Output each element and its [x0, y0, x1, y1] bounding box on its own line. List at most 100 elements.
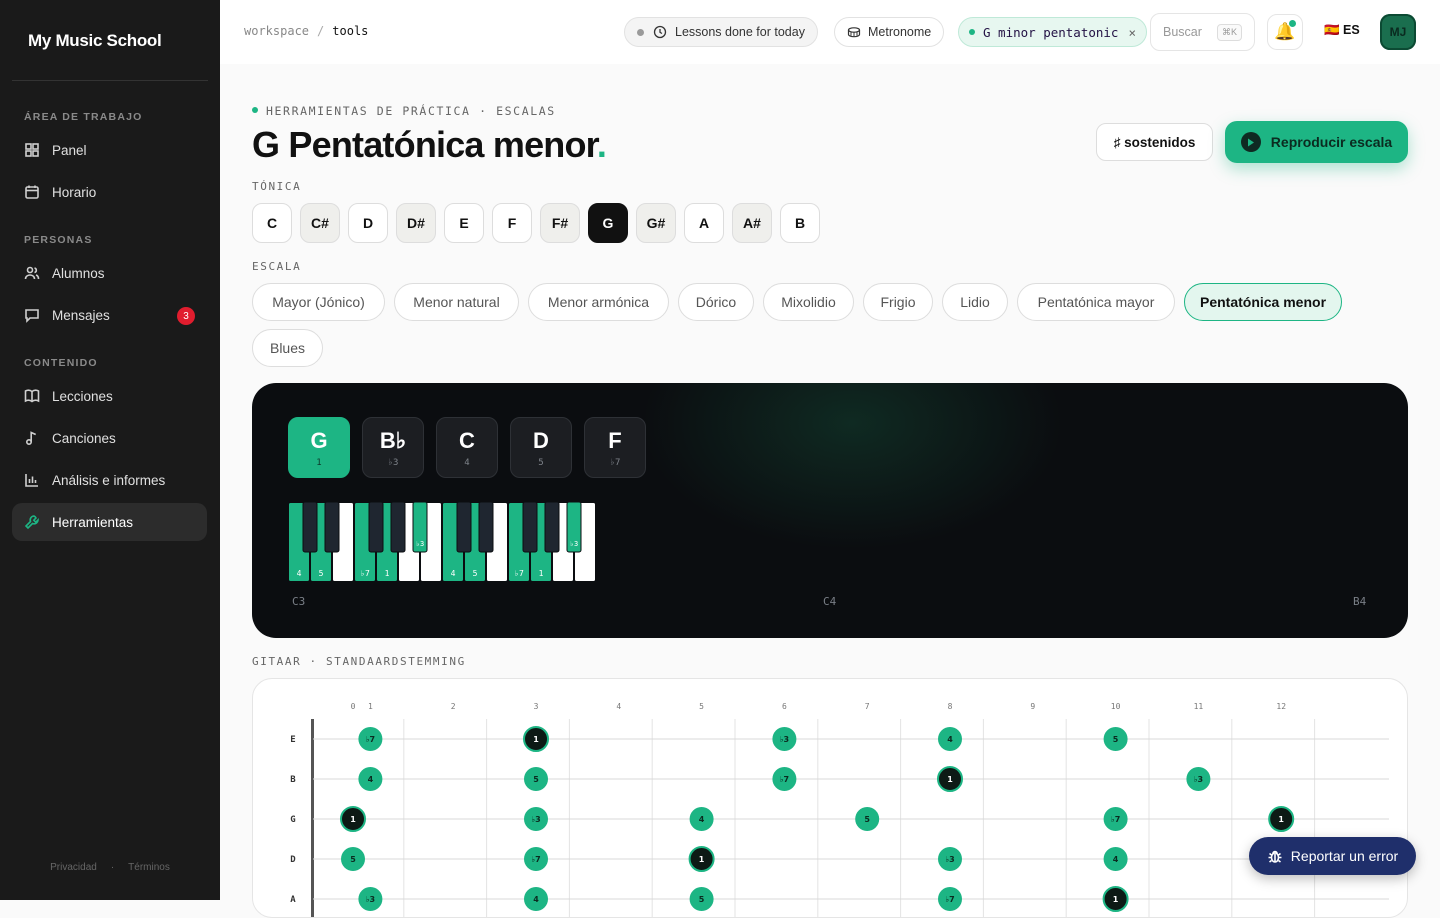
search-input[interactable]: Buscar ⌘K — [1150, 13, 1255, 51]
lessons-status-pill[interactable]: Lessons done for today — [624, 17, 818, 47]
terms-link[interactable]: Términos — [128, 862, 170, 873]
fretboard-note[interactable]: ♭7 — [772, 767, 797, 791]
grid-icon — [25, 143, 39, 157]
sidebar-item-canciones[interactable]: Canciones — [12, 419, 207, 457]
piano-black-key[interactable] — [302, 502, 318, 553]
metronome-button[interactable]: Metronome — [834, 17, 945, 47]
active-scale-chip[interactable]: G minor pentatonic × — [958, 17, 1147, 47]
sidebar-item-panel[interactable]: Panel — [12, 131, 207, 169]
tonic-key-button[interactable]: C — [252, 203, 292, 243]
fretboard-note[interactable]: ♭7 — [358, 727, 383, 751]
fretboard-note[interactable]: 4 — [524, 887, 548, 911]
scale-note-card[interactable]: G1 — [288, 417, 350, 478]
tonic-key-button[interactable]: F — [492, 203, 532, 243]
sidebar-item-horario[interactable]: Horario — [12, 173, 207, 211]
scale-option-button[interactable]: Mayor (Jónico) — [252, 283, 385, 321]
scale-note-name: C — [459, 428, 475, 453]
piano-key-degree: ♭7 — [514, 569, 524, 578]
piano-black-key[interactable]: ♭3 — [412, 502, 428, 553]
tonic-key-button[interactable]: A — [684, 203, 724, 243]
piano-black-key[interactable] — [544, 502, 560, 553]
sidebar-item-lecciones[interactable]: Lecciones — [12, 377, 207, 415]
play-icon — [1240, 132, 1261, 152]
report-error-button[interactable]: Reportar un error — [1249, 837, 1416, 875]
tonic-key-button[interactable]: G — [588, 203, 628, 243]
scale-option-button[interactable]: Frigio — [863, 283, 933, 321]
fretboard-note[interactable]: 1 — [523, 726, 549, 752]
scale-option-button[interactable]: Lidio — [942, 283, 1008, 321]
fretboard-label: GITAAR · STANDAARDSTEMMING — [252, 655, 466, 668]
piano-black-key[interactable] — [456, 502, 472, 553]
fretboard-note[interactable]: ♭3 — [1186, 767, 1211, 791]
piano-black-key[interactable] — [368, 502, 384, 553]
fretboard-note[interactable]: ♭3 — [938, 847, 962, 871]
fretboard-note[interactable]: ♭7 — [938, 887, 962, 911]
tonic-key-button[interactable]: D — [348, 203, 388, 243]
fretboard-note-degree: 5 — [533, 775, 539, 784]
sidebar-item-mensajes[interactable]: Mensajes 3 — [12, 296, 207, 334]
fretboard-note[interactable]: 1 — [688, 846, 715, 872]
fretboard-note[interactable]: ♭3 — [772, 727, 797, 751]
scale-note-card[interactable]: F ♭7 — [584, 417, 646, 478]
sidebar-item-herramientas[interactable]: Herramientas — [12, 503, 207, 541]
tonic-key-button[interactable]: D# — [396, 203, 436, 243]
fretboard-note[interactable]: ♭7 — [1103, 807, 1128, 831]
fretboard-note[interactable]: 4 — [358, 767, 383, 791]
fretboard-note[interactable]: 1 — [1268, 806, 1295, 832]
scale-option-button[interactable]: Mixolidio — [763, 283, 854, 321]
piano-black-key[interactable]: ♭3 — [566, 502, 582, 553]
fretboard-note[interactable]: 4 — [689, 807, 714, 831]
play-scale-button[interactable]: Reproducir escala — [1225, 121, 1408, 163]
fretboard-note[interactable]: ♭3 — [524, 807, 548, 831]
scale-option-button[interactable]: Pentatónica menor — [1184, 283, 1342, 321]
scale-note-card[interactable]: D5 — [510, 417, 572, 478]
fretboard-note[interactable]: 5 — [524, 767, 548, 791]
fretboard-note[interactable]: 4 — [1103, 847, 1128, 871]
fretboard-note[interactable]: ♭3 — [358, 887, 383, 911]
scale-option-button[interactable]: Dórico — [678, 283, 754, 321]
privacy-link[interactable]: Privacidad — [50, 862, 97, 873]
breadcrumb-root[interactable]: workspace — [244, 24, 309, 38]
piano-black-key[interactable] — [324, 502, 340, 553]
fretboard-note[interactable]: 4 — [938, 727, 962, 751]
sharps-toggle-button[interactable]: ♯ sostenidos — [1096, 123, 1213, 161]
piano-black-key[interactable] — [390, 502, 406, 553]
scale-option-button[interactable]: Blues — [252, 329, 323, 367]
tonic-key-button[interactable]: A# — [732, 203, 772, 243]
scale-option-button[interactable]: Menor natural — [394, 283, 519, 321]
tonic-key-button[interactable]: G# — [636, 203, 676, 243]
scale-option-button[interactable]: Pentatónica mayor — [1017, 283, 1175, 321]
fretboard-note[interactable]: 5 — [341, 847, 365, 871]
guitar-fretboard[interactable]: 0 1 2 3 4 5 6 7 8 9 10 11 12E ♭7 1 ♭3 4 5B 4 5 ♭7 1 ♭3G 1 ♭3 4 5 ♭7… — [253, 679, 1408, 918]
piano-key-degree: ♭7 — [360, 569, 370, 578]
fretboard-note-degree: 1 — [1278, 815, 1284, 824]
piano-black-key[interactable] — [478, 502, 494, 553]
fretboard-note[interactable]: 5 — [689, 887, 714, 911]
breadcrumb-separator: / — [317, 24, 325, 38]
fretboard-note[interactable]: 5 — [1103, 727, 1128, 751]
notifications-button[interactable]: 🔔 — [1267, 14, 1303, 50]
fretboard-note[interactable]: ♭7 — [524, 847, 548, 871]
scale-option-button[interactable]: Menor armónica — [528, 283, 669, 321]
sidebar-item-analisis[interactable]: Análisis e informes — [12, 461, 207, 499]
tonic-key-button[interactable]: C# — [300, 203, 340, 243]
fretboard-note[interactable]: 1 — [937, 766, 963, 792]
piano-range-start: C3 — [292, 595, 306, 608]
piano-keyboard[interactable]: 4 5 ♭7 1 4 5 ♭7 1 ♭3 ♭3 — [288, 502, 596, 582]
scale-note-card[interactable]: B♭ ♭3 — [362, 417, 424, 478]
language-selector[interactable]: 🇪🇸 ES — [1324, 23, 1360, 38]
fretboard-note[interactable]: 1 — [1102, 886, 1129, 912]
close-icon[interactable]: × — [1128, 25, 1136, 40]
scale-note-card[interactable]: C4 — [436, 417, 498, 478]
tonic-key-button[interactable]: B — [780, 203, 820, 243]
users-icon — [24, 266, 40, 280]
fretboard-note[interactable]: 1 — [340, 806, 366, 832]
fretboard-note[interactable]: 5 — [855, 807, 880, 831]
tonic-key-button[interactable]: E — [444, 203, 484, 243]
tonic-key-button[interactable]: F# — [540, 203, 580, 243]
piano-black-key[interactable] — [522, 502, 538, 553]
sidebar-item-alumnos[interactable]: Alumnos — [12, 254, 207, 292]
play-scale-label: Reproducir escala — [1270, 134, 1393, 150]
fret-number: 6 — [782, 702, 787, 711]
avatar[interactable]: MJ — [1380, 14, 1416, 50]
